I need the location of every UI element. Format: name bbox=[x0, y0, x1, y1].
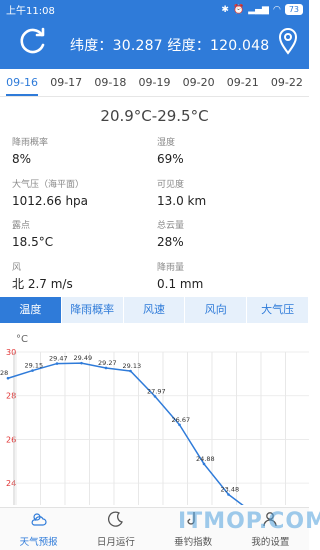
data-label: 26.67 bbox=[172, 416, 191, 424]
y-tick-label: 24 bbox=[6, 479, 16, 488]
alarm-icon: ⏰ bbox=[232, 4, 245, 15]
status-icons: ✱ ⏰ ▂▄▆ ◠ 73 bbox=[221, 4, 303, 15]
date-tab[interactable]: 09-17 bbox=[44, 69, 88, 97]
detail-label: 露点 bbox=[12, 221, 31, 231]
detail-item: 湿度 69% bbox=[157, 137, 302, 179]
detail-value: 13.0 km bbox=[157, 193, 207, 208]
detail-label: 湿度 bbox=[157, 138, 176, 148]
detail-value: 北 2.7 m/s bbox=[12, 276, 73, 291]
detail-value: 0.1 mm bbox=[157, 276, 204, 291]
date-tab[interactable]: 09-18 bbox=[88, 69, 132, 97]
detail-value: 1012.66 hpa bbox=[12, 193, 89, 208]
data-point bbox=[153, 395, 157, 398]
detail-row: 露点 18.5°C 总云量 28% bbox=[12, 220, 302, 262]
user-settings-icon bbox=[261, 510, 279, 532]
detail-label: 降雨概率 bbox=[12, 138, 49, 148]
nav-item[interactable]: 日月运行 bbox=[77, 508, 154, 550]
detail-item: 降雨概率 8% bbox=[12, 137, 157, 179]
chart-tab[interactable]: 风向 bbox=[185, 297, 247, 323]
temperature-series-line bbox=[7, 362, 244, 505]
bluetooth-icon: ✱ bbox=[221, 4, 229, 15]
nav-item[interactable]: 天气预报 bbox=[0, 508, 77, 550]
detail-value: 28% bbox=[157, 235, 184, 249]
nav-item[interactable]: 我的设置 bbox=[232, 508, 309, 550]
nav-label: 我的设置 bbox=[251, 537, 290, 548]
detail-label: 大气压（海平面） bbox=[12, 179, 85, 190]
fishing-hook-icon bbox=[184, 510, 202, 532]
data-label: 29.27 bbox=[98, 359, 117, 367]
location-pin-icon[interactable] bbox=[277, 26, 299, 56]
chart-tab[interactable]: 风速 bbox=[123, 297, 185, 323]
date-tabs: 09-16 09-17 09-18 09-19 09-20 09-21 09-22 bbox=[0, 69, 309, 97]
detail-label: 总云量 bbox=[157, 221, 185, 231]
detail-item: 总云量 28% bbox=[157, 220, 302, 262]
data-label: 23.48 bbox=[221, 486, 240, 494]
temperature-chart: °C 24 26 28 30 28 29.15 29.47 29.49 29.27 29.13 27.… bbox=[0, 334, 309, 505]
date-tab[interactable]: 09-20 bbox=[177, 69, 221, 97]
detail-value: 8% bbox=[12, 152, 32, 166]
header-bar: 纬度：30.287 经度：120.048 bbox=[0, 19, 309, 69]
detail-row: 大气压（海平面） 1012.66 hpa 可见度 13.0 km bbox=[12, 179, 302, 221]
moon-icon bbox=[107, 510, 125, 532]
data-point bbox=[31, 369, 34, 372]
data-label: 28 bbox=[0, 369, 8, 377]
data-label: 29.49 bbox=[74, 354, 93, 362]
wifi-icon: ◠ bbox=[272, 4, 281, 15]
data-label: 27.97 bbox=[147, 387, 166, 395]
y-axis-unit: °C bbox=[16, 334, 28, 345]
date-tab[interactable]: 09-16 bbox=[0, 69, 44, 97]
weather-details: 降雨概率 8% 湿度 69% 大气压（海平面） 1012.66 hpa 可见度 13.0 km… bbox=[12, 137, 302, 303]
detail-label: 降雨量 bbox=[157, 262, 185, 273]
app-root: 上午11:08 ✱ ⏰ ▂▄▆ ◠ 73 纬度：30.287 经度：120.04… bbox=[0, 0, 320, 550]
data-label: 24.88 bbox=[196, 455, 215, 463]
detail-item: 大气压（海平面） 1012.66 hpa bbox=[12, 179, 157, 221]
date-tab[interactable]: 09-21 bbox=[221, 69, 265, 97]
refresh-icon[interactable] bbox=[18, 26, 48, 56]
data-point bbox=[202, 462, 206, 466]
y-tick-label: 28 bbox=[6, 392, 16, 401]
nav-item[interactable]: 垂钓指数 bbox=[155, 508, 232, 550]
chart-tabs: 温度 降雨概率 风速 风向 大气压 bbox=[0, 297, 309, 323]
data-point bbox=[178, 423, 181, 427]
detail-item: 可见度 13.0 km bbox=[157, 179, 302, 221]
data-point bbox=[227, 493, 230, 496]
location-coordinates: 纬度：30.287 经度：120.048 bbox=[70, 38, 270, 54]
nav-label: 天气预报 bbox=[19, 537, 58, 548]
detail-value: 69% bbox=[157, 152, 184, 166]
y-tick-label: 26 bbox=[6, 435, 16, 444]
status-bar: 上午11:08 ✱ ⏰ ▂▄▆ ◠ 73 bbox=[0, 0, 309, 19]
detail-label: 可见度 bbox=[157, 179, 185, 190]
chart-tab[interactable]: 温度 bbox=[0, 297, 61, 323]
data-point bbox=[104, 366, 108, 370]
data-point bbox=[80, 361, 83, 365]
data-point bbox=[6, 376, 10, 380]
temperature-range: 20.9°C-29.5°C bbox=[100, 107, 209, 125]
nav-label: 日月运行 bbox=[96, 537, 135, 548]
battery-icon: 73 bbox=[284, 4, 303, 15]
signal-icon: ▂▄▆ bbox=[248, 4, 269, 15]
date-tab[interactable]: 09-22 bbox=[265, 69, 309, 97]
detail-label: 风 bbox=[12, 262, 22, 273]
chart-tab[interactable]: 降雨概率 bbox=[61, 297, 123, 323]
detail-value: 18.5°C bbox=[12, 235, 54, 249]
status-time: 上午11:08 bbox=[6, 6, 55, 17]
data-label: 29.13 bbox=[123, 362, 142, 370]
data-label: 29.15 bbox=[25, 362, 44, 370]
date-tab[interactable]: 09-19 bbox=[132, 69, 176, 97]
weather-cloud-icon bbox=[30, 510, 48, 532]
y-tick-label: 30 bbox=[6, 348, 16, 357]
data-point bbox=[55, 362, 59, 365]
chart-tab[interactable]: 大气压 bbox=[247, 297, 308, 323]
data-label: 29.47 bbox=[49, 355, 68, 363]
data-point bbox=[129, 369, 132, 373]
detail-item: 露点 18.5°C bbox=[12, 220, 157, 262]
bottom-navigation: 天气预报 日月运行 垂钓指数 我的设置 bbox=[0, 507, 309, 550]
detail-row: 降雨概率 8% 湿度 69% bbox=[12, 137, 302, 179]
nav-label: 垂钓指数 bbox=[174, 537, 213, 548]
data-label: 22.64 bbox=[245, 504, 264, 505]
